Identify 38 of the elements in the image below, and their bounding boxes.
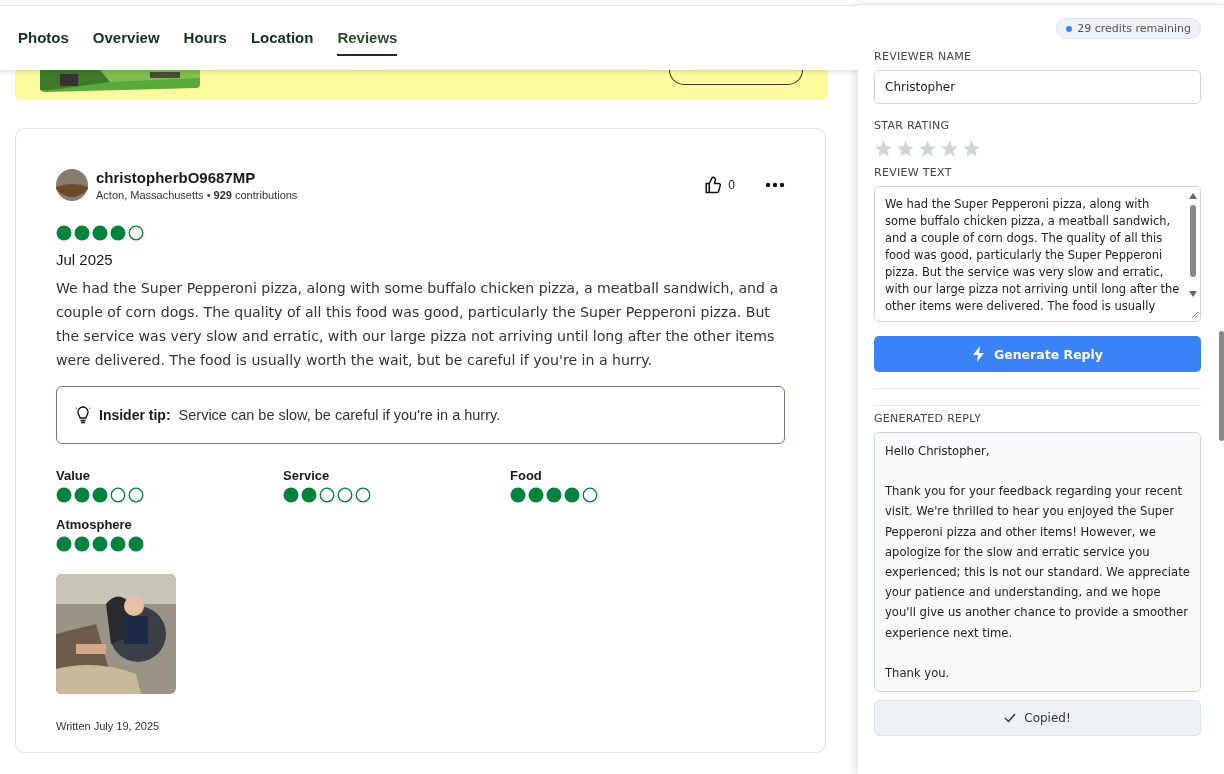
- rating-label: Value: [56, 468, 91, 483]
- star-rating[interactable]: [874, 139, 981, 158]
- review-text-field[interactable]: We had the Super Pepperoni pizza, along with some buffalo chicken pizza, a meatball sandwich, and a couple of corn dogs. The quality of all this food was good, particularly the Super Pepperoni pizza. But the service was very slow and erratic, with our large pizza not arriving until long after the other items were delivered. The food is usually: [874, 186, 1201, 322]
- field-label: GENERATED REPLY: [874, 412, 983, 425]
- status-dot: [1066, 25, 1073, 32]
- tip-label: Insider tip:: [99, 407, 171, 423]
- rating-label: Food: [510, 468, 543, 483]
- rating-label: Service: [283, 468, 331, 483]
- nav-tab[interactable]: Reviews: [337, 6, 398, 56]
- credits-badge: 29 credits remaining: [1056, 18, 1201, 39]
- check-icon: [1004, 713, 1017, 724]
- more-options-icon[interactable]: [765, 182, 785, 188]
- avatar: [56, 169, 88, 201]
- nav-tab[interactable]: Photos: [18, 6, 69, 56]
- reply-paragraph: Thank you for your feedback regarding your recent visit. We're thrilled to hear you enjoyed the Super Pepperoni pizza and other items! However, we apologize for the slow and erratic service you experienced; this is not our standard. We appreciate your patience and understanding, and we hope you'll give us another chance to provide a smoother experience next time.: [885, 483, 1190, 642]
- nav-tab[interactable]: Hours: [183, 6, 227, 56]
- generate-reply-button[interactable]: Generate Reply: [874, 336, 1201, 372]
- rating-label: Atmosphere: [56, 517, 133, 532]
- nav-tab[interactable]: Overview: [92, 6, 160, 56]
- tip-text: Service can be slow, be careful if you're in a hurry.: [178, 407, 501, 423]
- like-button[interactable]: 0: [704, 176, 735, 194]
- thumbs-up-icon: [704, 176, 723, 194]
- lightning-icon: [972, 346, 986, 362]
- username[interactable]: christopherbO9687MP: [96, 169, 697, 186]
- nav-tab[interactable]: Location: [250, 6, 314, 56]
- lightbulb-icon: [75, 406, 91, 424]
- reply-paragraph: Thank you.: [885, 664, 951, 682]
- review-date: Jul 2025: [56, 251, 114, 268]
- field-label: REVIEWER NAME: [874, 50, 973, 63]
- copied-button[interactable]: Copied!: [874, 700, 1201, 737]
- written-date: Written July 19, 2025: [56, 720, 161, 732]
- review-body: We had the Super Pepperoni pizza, along with some buffalo chicken pizza, a meatball sandwich, and a couple of corn dogs. The quality of all this food was good, particularly the Super Pepperoni pizza. But the service was very slow and erratic, with our large pizza not arriving until long after the other items were delivered. The food is usually worth the wait, but be careful if you're in a hurry.: [56, 279, 780, 370]
- field-label: STAR RATING: [874, 119, 951, 132]
- reviewer-name-field[interactable]: Christopher: [874, 70, 1201, 104]
- reply-paragraph: Hello Christopher,: [885, 443, 991, 460]
- field-label: REVIEW TEXT: [874, 166, 953, 179]
- page-scrollbar[interactable]: [1219, 331, 1224, 441]
- reviewer-meta: Acton, Massachusetts • 929 contributions: [96, 189, 299, 201]
